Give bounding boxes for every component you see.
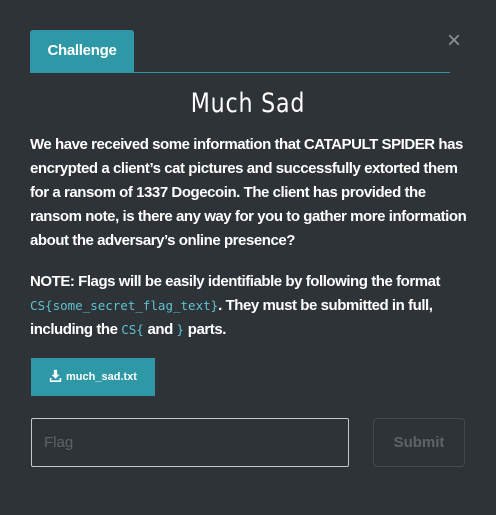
note-text: parts. (184, 321, 227, 338)
file-name: much_sad.txt (66, 371, 137, 383)
note-text: NOTE: Flags will be easily identifiable … (30, 273, 441, 290)
tab-bar: Challenge (30, 30, 450, 73)
download-file-button[interactable]: much_sad.txt (31, 358, 155, 396)
flag-format-note: NOTE: Flags will be easily identifiable … (30, 270, 470, 342)
tab-challenge[interactable]: Challenge (30, 30, 134, 72)
close-icon[interactable]: × (443, 29, 465, 53)
challenge-title: Much Sad (190, 88, 306, 119)
download-icon (49, 369, 62, 382)
flag-format-code: CS{some_secret_flag_text} (30, 298, 219, 313)
flag-suffix-code: } (176, 322, 185, 337)
flag-input[interactable] (31, 418, 349, 467)
flag-prefix-code: CS{ (121, 322, 144, 337)
challenge-description: We have received some information that C… (30, 136, 467, 249)
note-text: and (143, 321, 177, 338)
challenge-modal: Challenge × Much Sad We have received so… (0, 0, 496, 515)
submit-button[interactable]: Submit (373, 418, 465, 467)
